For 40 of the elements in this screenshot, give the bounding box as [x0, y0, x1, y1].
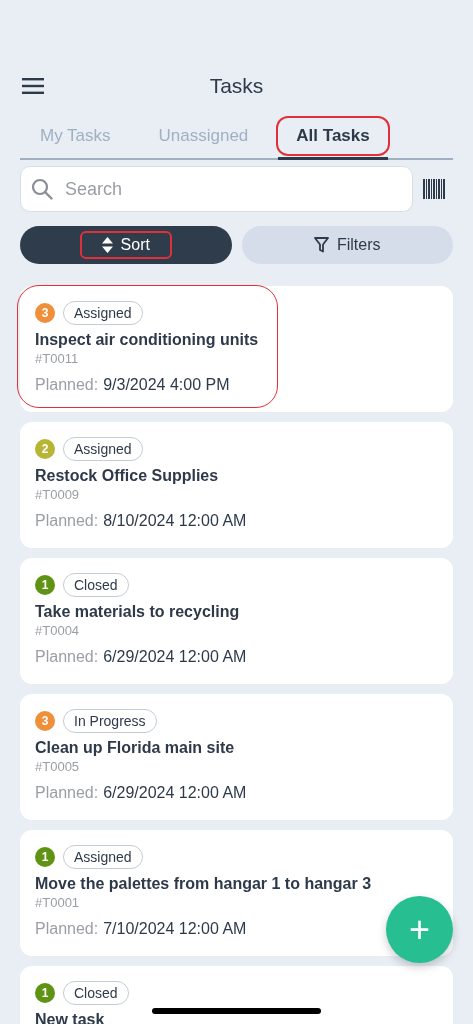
priority-badge: 3 — [35, 303, 55, 323]
search-field[interactable]: Search — [20, 166, 413, 212]
task-card[interactable]: 3 Assigned Inspect air conditioning units #T0011 Planned: 9/3/2024 4:00 PM — [20, 286, 453, 412]
task-id: #T0004 — [35, 623, 80, 638]
priority-badge: 1 — [35, 847, 55, 867]
task-title: Restock Office Supplies — [35, 467, 219, 485]
task-card[interactable]: 1 Closed Take materials to recycling #T0004 Planned: 6/29/2024 12:00 AM — [20, 558, 453, 684]
task-id: #T0009 — [35, 487, 80, 502]
task-title: Clean up Florida main site — [35, 739, 235, 757]
sort-button[interactable]: Sort — [20, 226, 232, 264]
priority-badge: 1 — [35, 983, 55, 1003]
planned-label: Planned: — [35, 784, 99, 802]
filter-icon — [313, 237, 329, 253]
priority-badge: 1 — [35, 575, 55, 595]
priority-badge: 3 — [35, 711, 55, 731]
planned-date: 9/3/2024 4:00 PM — [103, 376, 230, 394]
priority-badge: 2 — [35, 439, 55, 459]
task-title: Move the palettes from hangar 1 to hangar 3 — [35, 875, 372, 893]
search-icon — [31, 178, 53, 200]
task-card[interactable]: 3 In Progress Clean up Florida main site #T0005 Planned: 6/29/2024 12:00 AM — [20, 694, 453, 820]
task-card[interactable]: 2 Assigned Restock Office Supplies #T0009 Planned: 8/10/2024 12:00 AM — [20, 422, 453, 548]
planned-label: Planned: — [35, 376, 99, 394]
task-title: Inspect air conditioning units — [35, 331, 259, 349]
planned-label: Planned: — [35, 648, 99, 666]
search-input[interactable]: Search — [63, 177, 402, 201]
planned-date: 6/29/2024 12:00 AM — [103, 784, 247, 802]
planned-date: 6/29/2024 12:00 AM — [103, 648, 247, 666]
barcode-icon[interactable] — [423, 179, 445, 199]
screen-title: Tasks — [209, 74, 264, 98]
planned-label: Planned: — [35, 512, 99, 530]
planned-label: Planned: — [35, 920, 99, 938]
sort-icon — [101, 237, 113, 253]
task-id: #T0005 — [35, 759, 80, 774]
menu-icon[interactable] — [22, 78, 44, 94]
filters-button[interactable]: Filters — [241, 226, 453, 264]
task-id: #T0001 — [35, 895, 80, 910]
task-title: Take materials to recycling — [35, 603, 240, 621]
task-id: #T0011 — [35, 351, 79, 366]
planned-date: 8/10/2024 12:00 AM — [103, 512, 247, 530]
planned-date: 7/10/2024 12:00 AM — [103, 920, 247, 938]
